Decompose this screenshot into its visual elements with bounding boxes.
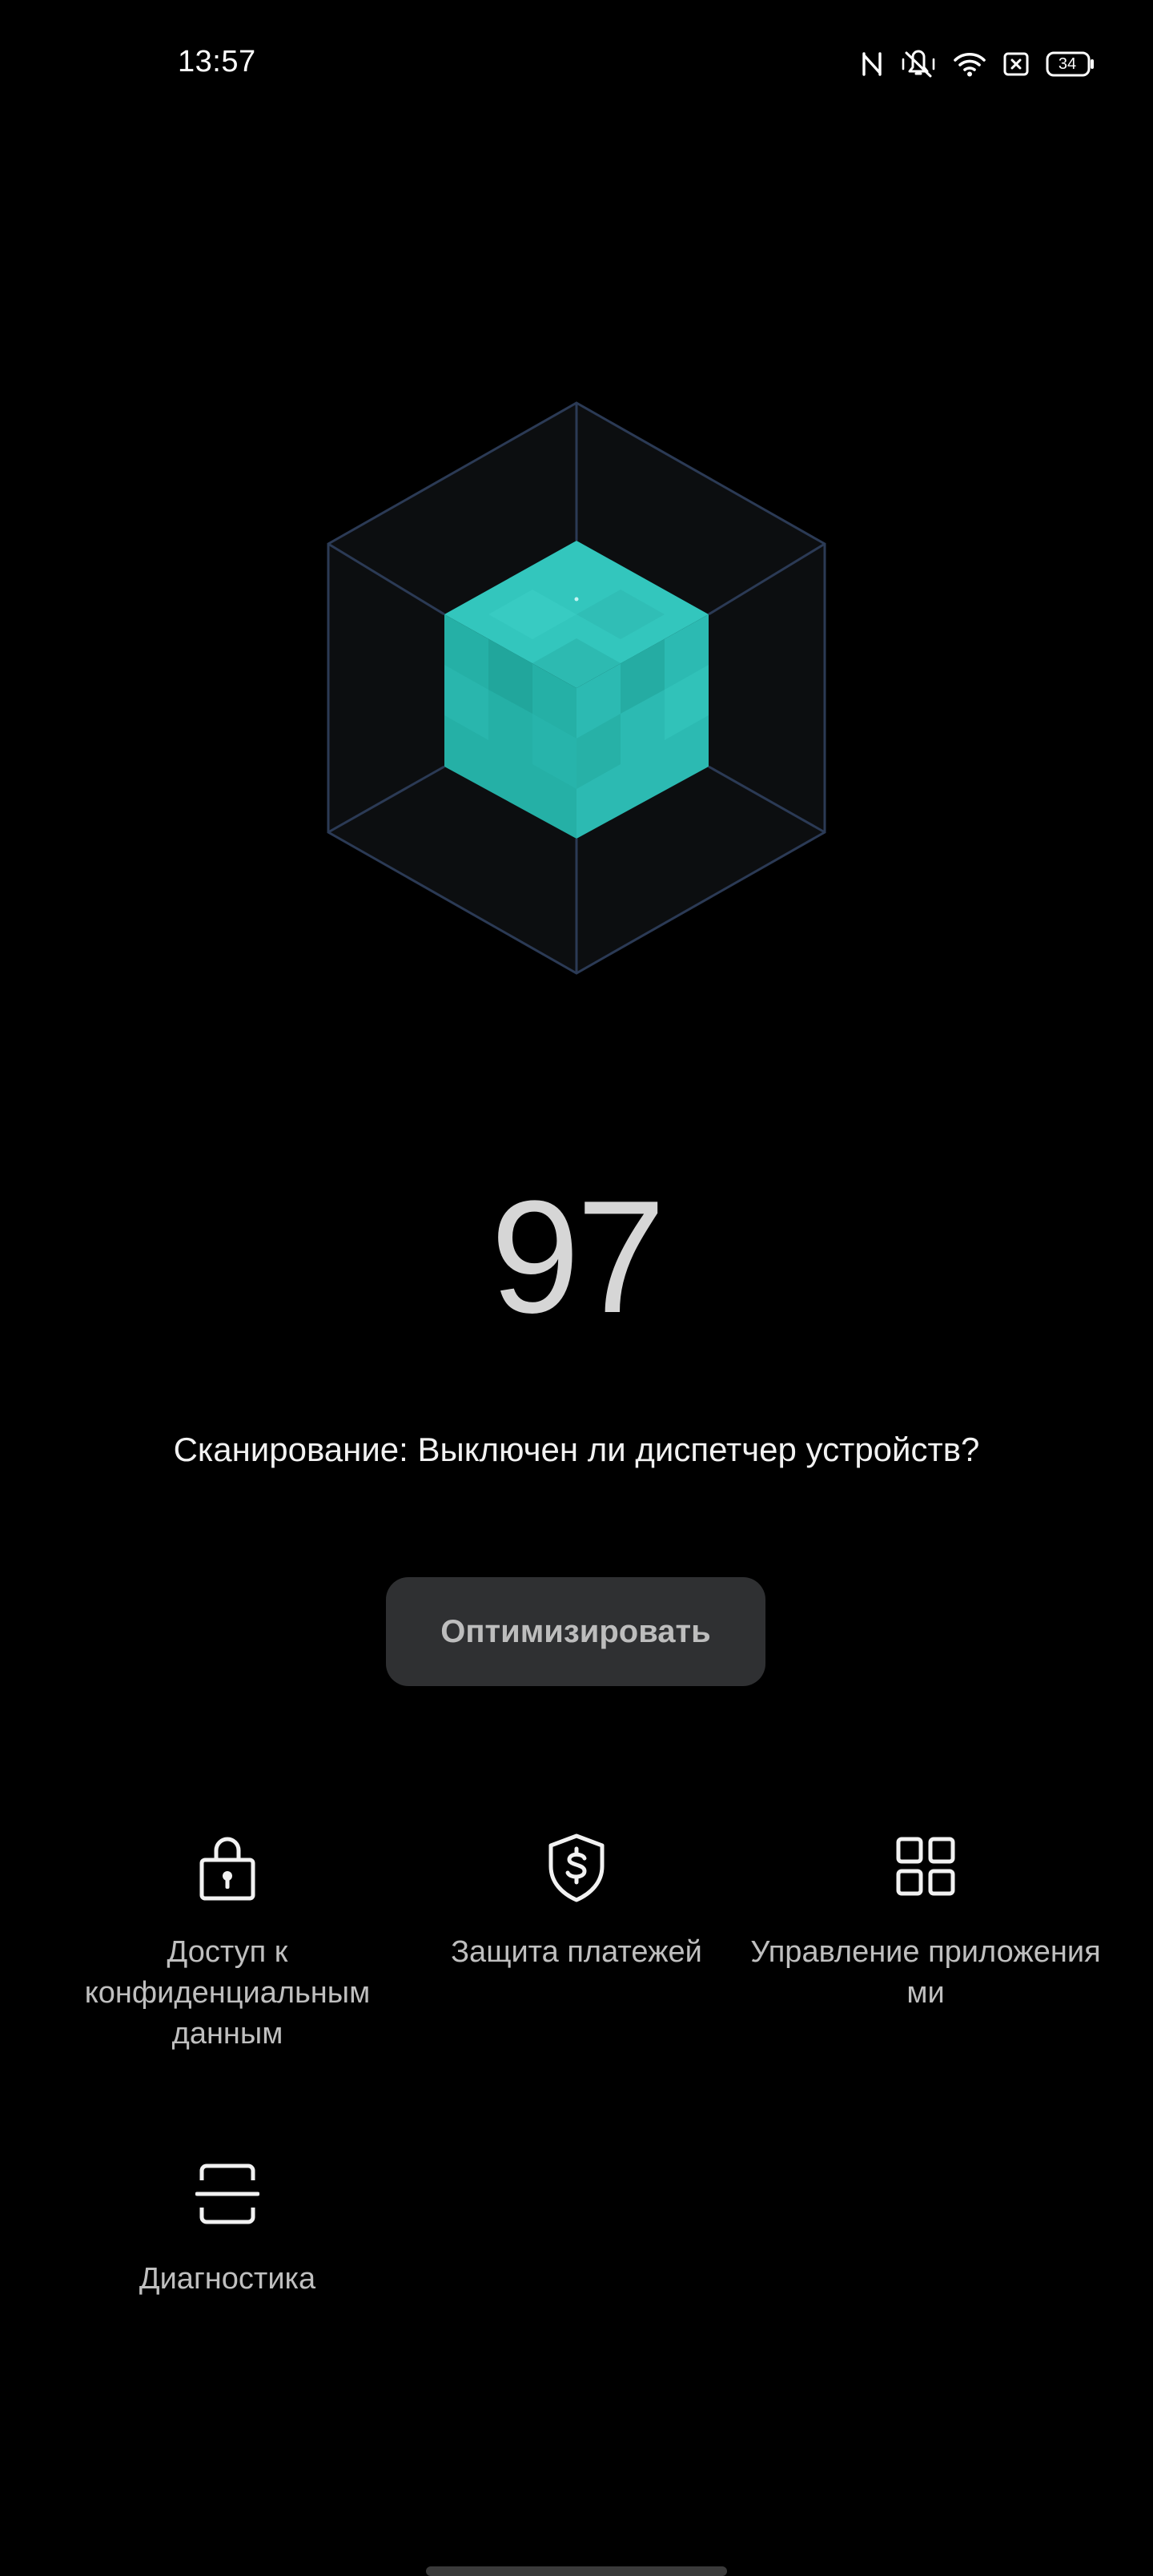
status-time: 13:57	[178, 45, 256, 78]
security-cube-icon	[327, 401, 826, 975]
battery-icon: 34	[1046, 51, 1095, 77]
lock-icon	[199, 1837, 255, 1901]
feature-app-management[interactable]: Управление приложения ми	[749, 1831, 1102, 2014]
feature-privacy-access[interactable]: Доступ к конфиденциальным данным	[51, 1831, 404, 2055]
security-cube-illustration	[320, 396, 833, 989]
feature-diagnostics[interactable]: Диагностика	[51, 2158, 404, 2300]
home-indicator[interactable]	[426, 2566, 727, 2576]
feature-payment-protection[interactable]: Защита платежей	[400, 1831, 753, 1973]
mute-vibrate-icon	[900, 50, 937, 78]
battery-level: 34	[1058, 55, 1077, 73]
wifi-icon	[953, 50, 986, 78]
grid-apps-icon	[896, 1837, 955, 1896]
status-bar: 13:57 34	[0, 0, 1153, 128]
feature-label: Управление приложения ми	[750, 1935, 1101, 2010]
feature-label: Защита платежей	[451, 1935, 702, 1969]
scan-frame-icon	[195, 2163, 259, 2224]
feature-label: Доступ к конфиденциальным данным	[84, 1935, 371, 2051]
nfc-icon	[860, 50, 884, 78]
shield-dollar-icon	[548, 1833, 605, 1902]
scan-status-text: Сканирование: Выключен ли диспетчер устр…	[173, 1431, 980, 1468]
sim-error-icon	[1002, 50, 1030, 78]
status-icons: 34	[860, 46, 1095, 82]
feature-label: Диагностика	[139, 2262, 316, 2296]
optimize-button[interactable]: Оптимизировать	[386, 1577, 765, 1686]
security-score: 97	[490, 1168, 665, 1346]
